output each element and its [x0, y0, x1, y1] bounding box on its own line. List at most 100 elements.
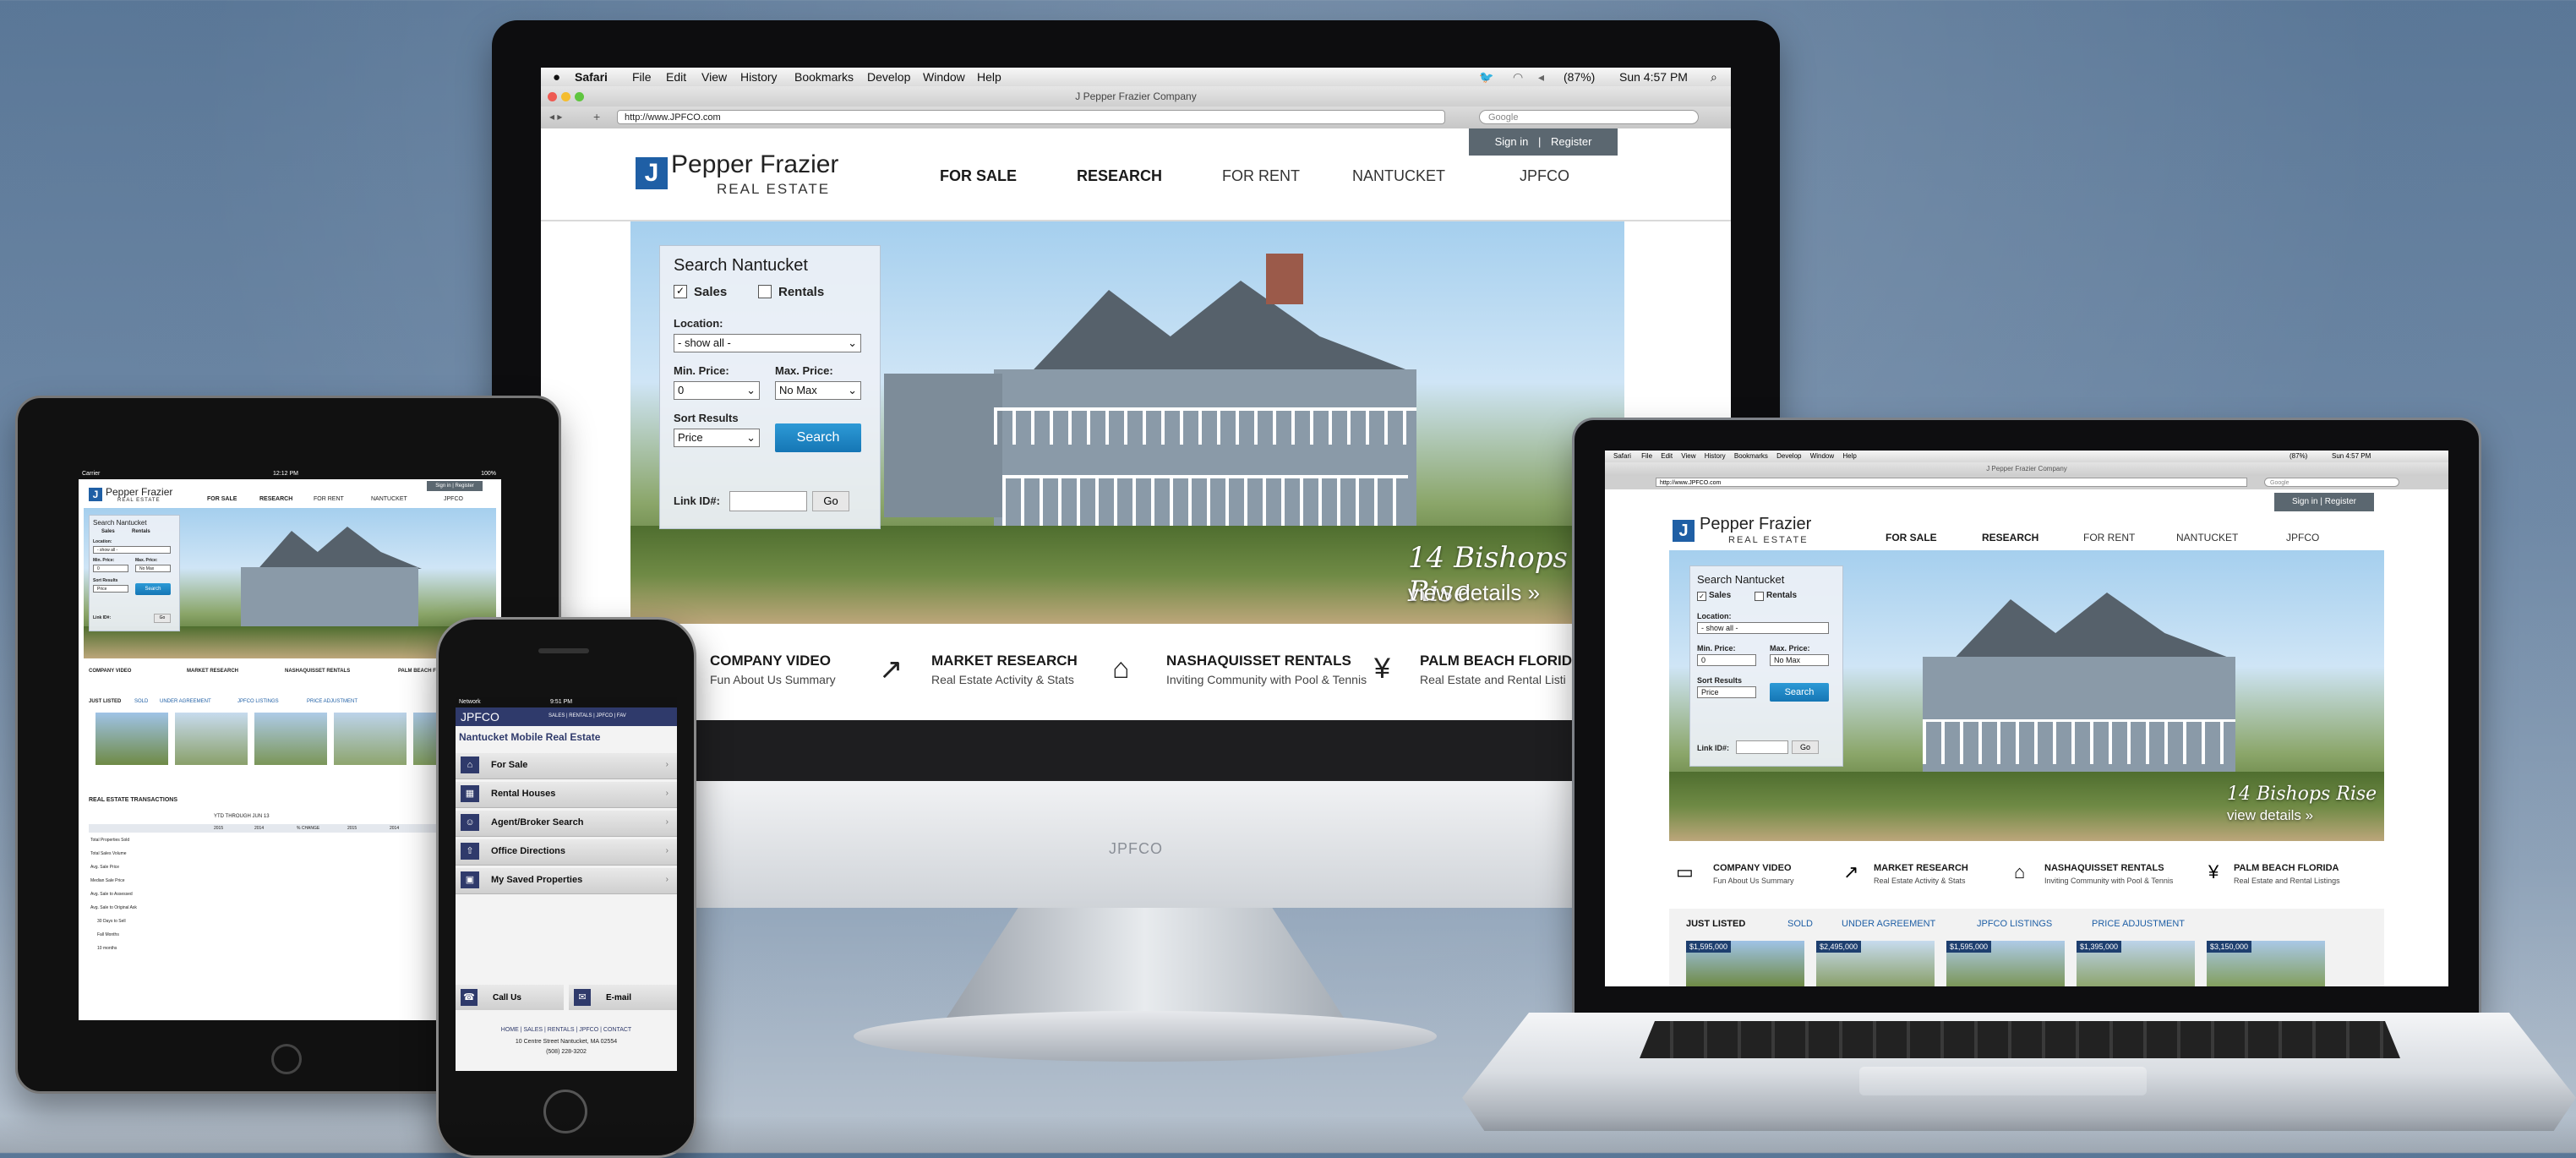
location-select[interactable]: - show all - ⌄ — [674, 334, 861, 352]
laptop-nav-nantucket[interactable]: NANTUCKET — [2176, 532, 2238, 543]
tablet-feature-research[interactable]: MARKET RESEARCH — [187, 669, 238, 674]
laptop-signin[interactable]: Sign in — [2292, 497, 2318, 506]
tablet-nav-nantucket[interactable]: NANTUCKET — [371, 496, 407, 502]
logo-name[interactable]: Pepper Frazier — [671, 150, 838, 179]
laptop-map-icon[interactable]: ⌂ — [2014, 861, 2025, 883]
tablet-search-button[interactable]: Search — [135, 583, 171, 595]
tablet-min-select[interactable]: 0 — [93, 565, 128, 572]
laptop-palm-icon[interactable]: ¥ — [2208, 861, 2219, 883]
google-search-field[interactable]: Google — [1479, 110, 1699, 124]
tablet-tab-sold[interactable]: SOLD — [134, 699, 148, 704]
phone-menu-agent-search[interactable]: ☺ Agent/Broker Search › — [456, 811, 677, 837]
laptop-hero-caption[interactable]: 14 Bishops Rise — [2227, 784, 2377, 805]
laptop-tab-price-adjustment[interactable]: PRICE ADJUSTMENT — [2092, 919, 2185, 929]
max-price-select[interactable]: No Max ⌄ — [775, 381, 861, 400]
tablet-nav-jpfco[interactable]: JPFCO — [444, 496, 463, 502]
phone-number[interactable]: (508) 228-3202 — [456, 1049, 677, 1055]
sales-checkbox[interactable]: ✓ — [674, 285, 687, 298]
address-bar[interactable]: http://www.JPFCO.com — [617, 110, 1445, 124]
tablet-location-select[interactable]: - show all - — [93, 546, 171, 554]
tablet-register[interactable]: Register — [455, 483, 473, 489]
tablet-signin[interactable]: Sign in — [435, 483, 450, 489]
listing-card[interactable]: $1,595,000 — [1946, 941, 2065, 986]
laptop-search-field[interactable]: Google — [2264, 478, 2399, 487]
min-price-select[interactable]: 0 ⌄ — [674, 381, 760, 400]
map-icon[interactable]: ⌂ — [1112, 653, 1130, 686]
laptop-nav-jpfco[interactable]: JPFCO — [2286, 532, 2319, 543]
phone-footer-links[interactable]: HOME | SALES | RENTALS | JPFCO | CONTACT — [456, 1027, 677, 1033]
feature-market-research[interactable]: MARKET RESEARCH — [931, 653, 1078, 669]
tablet-feature-video[interactable]: COMPANY VIDEO — [89, 669, 131, 674]
tablet-tab-under-agreement[interactable]: UNDER AGREEMENT — [160, 699, 211, 704]
laptop-tab-under-agreement[interactable]: UNDER AGREEMENT — [1842, 919, 1935, 929]
search-button[interactable]: Search — [775, 423, 861, 452]
tablet-max-select[interactable]: No Max — [135, 565, 171, 572]
laptop-search-button[interactable]: Search — [1770, 683, 1829, 702]
listing-card[interactable]: $1,595,000 — [1686, 941, 1804, 986]
laptop-menu-file[interactable]: File — [1641, 452, 1652, 460]
laptop-tab-just-listed[interactable]: JUST LISTED — [1686, 919, 1745, 929]
laptop-sales-checkbox[interactable]: ✓ — [1697, 592, 1706, 601]
laptop-menu-bookmarks[interactable]: Bookmarks — [1734, 452, 1768, 460]
battery-status[interactable]: (87%) — [1564, 70, 1595, 84]
laptop-feature-research[interactable]: MARKET RESEARCH — [1874, 863, 1968, 873]
phone-header-links[interactable]: SALES | RENTALS | JPFCO | FAV — [548, 713, 626, 718]
volume-icon[interactable]: ◂ — [1538, 70, 1544, 85]
wifi-icon[interactable]: ◠ — [1513, 70, 1523, 85]
minimize-window-icon[interactable] — [561, 92, 570, 101]
menu-file[interactable]: File — [632, 70, 652, 84]
nav-for-sale[interactable]: FOR SALE — [940, 167, 1017, 185]
feature-palm-beach[interactable]: PALM BEACH FLORIDA — [1420, 653, 1582, 669]
spotlight-icon[interactable]: ⌕ — [1711, 70, 1717, 85]
listing-card[interactable]: $1,395,000 — [2077, 941, 2195, 986]
phone-call-button[interactable]: ☎ Call Us — [456, 985, 564, 1010]
laptop-link-input[interactable] — [1736, 740, 1788, 754]
tablet-sort-select[interactable]: Price — [93, 585, 128, 593]
laptop-menu-help[interactable]: Help — [1842, 452, 1856, 460]
laptop-feature-palm[interactable]: PALM BEACH FLORIDA — [2234, 863, 2339, 873]
laptop-menu-develop[interactable]: Develop — [1776, 452, 1801, 460]
tablet-feature-rentals[interactable]: NASHAQUISSET RENTALS — [285, 669, 350, 674]
add-bookmark-icon[interactable]: + — [593, 110, 600, 123]
laptop-menu-view[interactable]: View — [1681, 452, 1695, 460]
menu-view[interactable]: View — [701, 70, 727, 84]
laptop-location-select[interactable]: - show all - — [1697, 622, 1829, 634]
laptop-tab-sold[interactable]: SOLD — [1787, 919, 1813, 929]
logo-mark[interactable]: J — [636, 157, 668, 189]
laptop-tab-jpfco-listings[interactable]: JPFCO LISTINGS — [1977, 919, 2052, 929]
link-id-input[interactable] — [729, 491, 807, 511]
menu-history[interactable]: History — [740, 70, 778, 84]
register-link[interactable]: Register — [1551, 135, 1591, 148]
listing-card[interactable]: $2,495,000 — [1816, 941, 1935, 986]
tablet-listing-card[interactable] — [175, 713, 248, 765]
laptop-logo-name[interactable]: Pepper Frazier — [1700, 515, 1811, 534]
tablet-listing-card[interactable] — [254, 713, 327, 765]
laptop-register[interactable]: Register — [2325, 497, 2356, 506]
laptop-sort-select[interactable]: Price — [1697, 686, 1756, 698]
sort-select[interactable]: Price ⌄ — [674, 429, 760, 447]
tablet-nav-research[interactable]: RESEARCH — [259, 496, 292, 502]
laptop-address-bar[interactable]: http://www.JPFCO.com — [1656, 478, 2247, 487]
laptop-feature-rentals[interactable]: NASHAQUISSET RENTALS — [2044, 863, 2164, 873]
laptop-menu-edit[interactable]: Edit — [1661, 452, 1673, 460]
chart-icon[interactable]: ↗ — [879, 653, 903, 686]
tablet-tab-just-listed[interactable]: JUST LISTED — [89, 699, 121, 704]
laptop-menu-app[interactable]: Safari — [1613, 452, 1631, 460]
tablet-nav-for-rent[interactable]: FOR RENT — [314, 496, 344, 502]
laptop-nav-for-rent[interactable]: FOR RENT — [2083, 532, 2135, 543]
tablet-tab-jpfco-listings[interactable]: JPFCO LISTINGS — [237, 699, 279, 704]
phone-menu-for-sale[interactable]: ⌂ For Sale › — [456, 753, 677, 779]
phone-brand[interactable]: JPFCO — [461, 710, 499, 724]
laptop-nav-research[interactable]: RESEARCH — [1982, 532, 2038, 543]
phone-menu-office-directions[interactable]: ⇧ Office Directions › — [456, 839, 677, 866]
laptop-min-select[interactable]: 0 — [1697, 654, 1756, 666]
view-details-link[interactable]: view details » — [1408, 580, 1540, 606]
laptop-menu-history[interactable]: History — [1705, 452, 1726, 460]
apple-icon[interactable]: ● — [553, 70, 560, 85]
tablet-logo-name[interactable]: Pepper Frazier — [106, 486, 172, 498]
laptop-chart-icon[interactable]: ↗ — [1843, 861, 1858, 883]
nav-nantucket[interactable]: NANTUCKET — [1352, 167, 1445, 185]
go-button[interactable]: Go — [812, 491, 849, 511]
nav-research[interactable]: RESEARCH — [1077, 167, 1162, 185]
tablet-listing-card[interactable] — [96, 713, 168, 765]
